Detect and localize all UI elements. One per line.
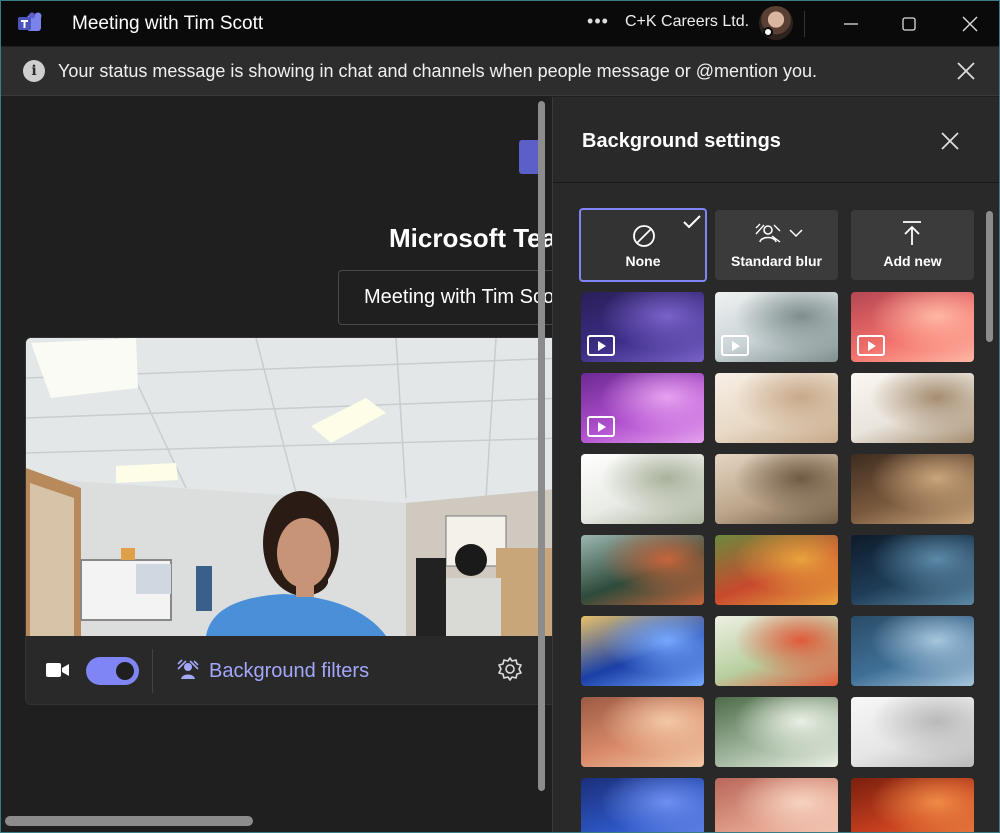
background-thumbnail-beige-lounge[interactable]: [715, 454, 838, 524]
camera-feed-image: [26, 338, 552, 636]
controls-divider: [152, 649, 153, 693]
background-option-standard-blur[interactable]: Standard blur: [715, 210, 838, 280]
panel-divider: [553, 182, 999, 183]
video-background-icon: [587, 335, 615, 356]
chevron-down-icon[interactable]: [789, 228, 803, 238]
background-settings-panel: Background settings None Standard blur A…: [552, 97, 999, 832]
panel-close-icon[interactable]: [939, 130, 961, 152]
title-bar: Meeting with Tim Scott ••• C+K Careers L…: [1, 1, 999, 46]
upload-icon: [903, 221, 921, 245]
background-thumbnail-colorful-courtyard[interactable]: [715, 535, 838, 605]
background-thumbnail-desert-planet[interactable]: [851, 535, 974, 605]
close-window-button[interactable]: [955, 9, 985, 39]
more-options-icon[interactable]: •••: [585, 10, 611, 36]
preview-controls: Background filters: [26, 636, 552, 704]
prejoin-pane: Microsoft Teams Meeting with Tim Scott: [1, 97, 552, 832]
background-thumbnail-circle-window[interactable]: [715, 697, 838, 767]
panel-title: Background settings: [582, 130, 781, 152]
camera-toggle[interactable]: [86, 657, 139, 685]
blur-icon: [755, 223, 781, 243]
background-thumbnail-wood-cabin[interactable]: [851, 454, 974, 524]
window-title: Meeting with Tim Scott: [72, 13, 264, 34]
prejoin-heading: Microsoft Teams: [389, 223, 552, 253]
background-thumbnail-misty-pines[interactable]: [715, 292, 838, 362]
video-background-icon: [857, 335, 885, 356]
background-filters-icon: [177, 659, 199, 679]
maximize-button[interactable]: [894, 9, 924, 39]
background-thumbnail-white-doorway[interactable]: [851, 697, 974, 767]
meeting-name-text: Meeting with Tim Scott: [364, 286, 552, 308]
background-thumbnail-orange-partial[interactable]: [851, 778, 974, 832]
background-thumbnail-blue-dome[interactable]: [851, 616, 974, 686]
organization-name[interactable]: C+K Careers Ltd.: [625, 13, 749, 31]
background-thumbnail-pink-clouds[interactable]: [851, 292, 974, 362]
teams-window: Meeting with Tim Scott ••• C+K Careers L…: [0, 0, 1000, 833]
close-icon: [962, 16, 978, 32]
video-background-icon: [721, 335, 749, 356]
background-thumbnail-minimal-room[interactable]: [715, 373, 838, 443]
info-icon: i: [23, 60, 45, 82]
status-message-banner: i Your status message is showing in chat…: [1, 47, 999, 96]
option-label: None: [625, 253, 661, 269]
background-thumbnail-purple-mountains[interactable]: [581, 292, 704, 362]
background-thumbnail-desert-arch[interactable]: [581, 697, 704, 767]
background-option-none[interactable]: None: [579, 208, 707, 282]
option-label: Standard blur: [730, 253, 822, 269]
background-thumbnail-peach-partial[interactable]: [715, 778, 838, 832]
background-thumbnail-bright-living-room[interactable]: [851, 373, 974, 443]
background-thumbnail-pink-flowers[interactable]: [581, 373, 704, 443]
camera-preview: [26, 338, 552, 636]
option-label: Add new: [883, 253, 942, 269]
panel-vertical-scrollbar[interactable]: [986, 211, 993, 342]
horizontal-scrollbar[interactable]: [5, 816, 253, 826]
background-option-add-new[interactable]: Add new: [851, 210, 974, 280]
title-divider: [804, 11, 805, 37]
minimize-icon: [844, 23, 858, 25]
status-dot-icon: [763, 27, 773, 37]
camera-icon: [46, 663, 69, 677]
teams-logo-icon: [18, 12, 42, 31]
gear-icon[interactable]: [497, 656, 523, 682]
no-background-icon: [633, 225, 655, 247]
video-preview-card: Background filters: [25, 337, 552, 705]
video-background-icon: [587, 416, 615, 437]
checkmark-icon: [683, 215, 701, 229]
background-thumbnail-blue-partial[interactable]: [581, 778, 704, 832]
background-filters-button[interactable]: Background filters: [209, 660, 369, 683]
background-thumbnail-white-arches[interactable]: [581, 454, 704, 524]
background-thumbnail-green-arches[interactable]: [715, 616, 838, 686]
maximize-icon: [902, 17, 916, 31]
background-thumbnail-space-warp[interactable]: [581, 616, 704, 686]
background-thumbnail-glass-garden-house[interactable]: [581, 535, 704, 605]
left-vertical-scrollbar[interactable]: [538, 101, 545, 791]
teams-badge: [519, 140, 539, 174]
banner-text: Your status message is showing in chat a…: [58, 61, 818, 81]
meeting-name-field[interactable]: Meeting with Tim Scott: [338, 270, 552, 325]
banner-close-icon[interactable]: [955, 60, 977, 82]
minimize-button[interactable]: [836, 9, 866, 39]
